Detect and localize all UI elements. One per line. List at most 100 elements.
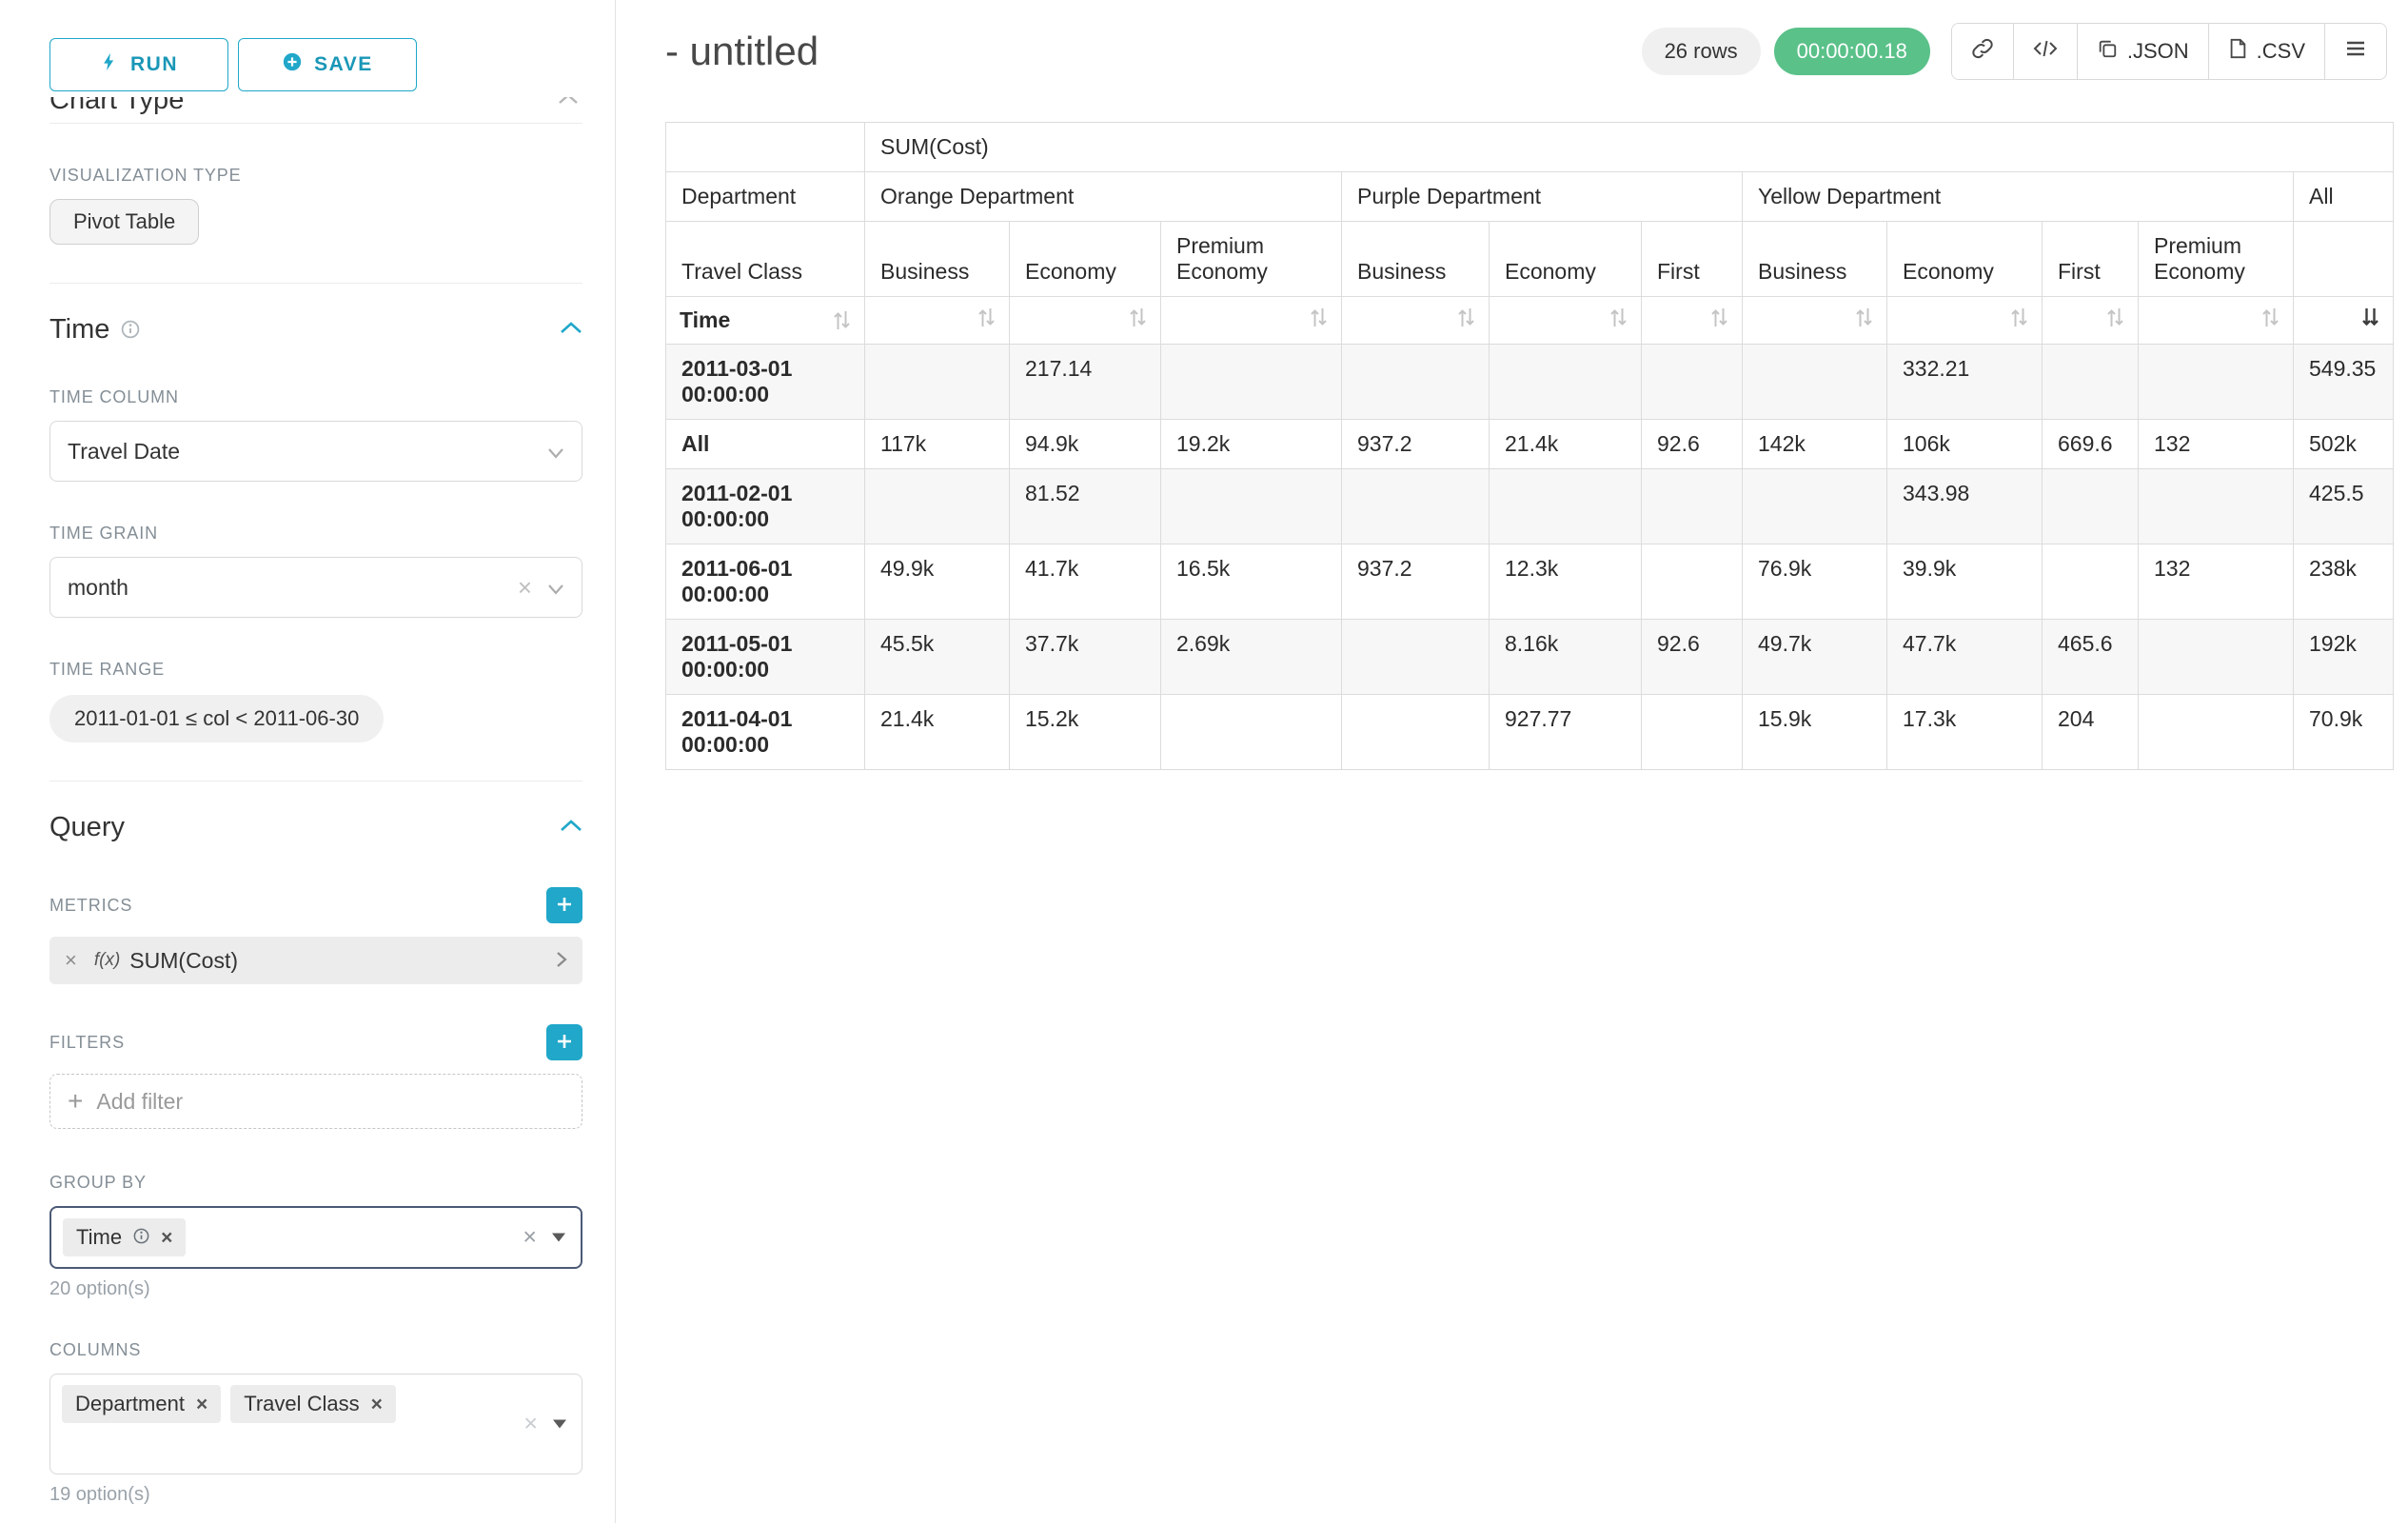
metric-header: SUM(Cost) [865, 123, 2394, 172]
pivot-table: SUM(Cost)DepartmentOrange DepartmentPurp… [665, 122, 2394, 770]
sort-icon[interactable] [833, 309, 851, 331]
sort-icon[interactable] [2261, 307, 2280, 328]
value-cell: 21.4k [865, 695, 1010, 770]
value-cell: 49.7k [1743, 620, 1887, 695]
group-by-tag[interactable]: Time × [63, 1218, 186, 1256]
query-section-header[interactable]: Query [49, 812, 582, 843]
time-section-header[interactable]: Time [49, 314, 582, 346]
value-cell [865, 345, 1010, 420]
collapse-chevron-icon[interactable] [560, 819, 582, 838]
column-sort-header[interactable] [2139, 297, 2294, 345]
sort-desc-icon[interactable] [2361, 307, 2379, 328]
value-cell: 17.3k [1887, 695, 2043, 770]
time-range-value[interactable]: 2011-01-01 ≤ col < 2011-06-30 [49, 695, 384, 742]
value-cell [1743, 469, 1887, 544]
sort-icon[interactable] [1855, 307, 1873, 328]
clear-icon[interactable]: × [518, 575, 532, 600]
chart-type-section-header[interactable]: Chart Type [49, 97, 582, 124]
column-sort-header[interactable] [1010, 297, 1161, 345]
column-sort-header[interactable] [865, 297, 1010, 345]
value-cell [1642, 544, 1743, 620]
value-cell: 332.21 [1887, 345, 2043, 420]
columns-tag[interactable]: Travel Class × [230, 1385, 396, 1423]
run-button[interactable]: RUN [49, 38, 228, 91]
value-cell: 37.7k [1010, 620, 1161, 695]
collapse-chevron-icon[interactable] [560, 321, 582, 340]
menu-button[interactable] [2324, 24, 2386, 79]
column-sort-header[interactable] [1342, 297, 1490, 345]
value-cell [1342, 620, 1490, 695]
view-query-button[interactable] [2013, 24, 2077, 79]
value-cell [1743, 345, 1887, 420]
group-by-select[interactable]: Time × × [49, 1206, 582, 1269]
value-cell: 2.69k [1161, 620, 1342, 695]
travel-class-header: Economy [1490, 222, 1642, 297]
sort-icon[interactable] [1457, 307, 1475, 328]
chart-title[interactable]: - untitled [665, 29, 819, 74]
value-cell [1161, 469, 1342, 544]
plus-icon [556, 896, 573, 916]
run-save-group: RUN SAVE [49, 38, 417, 91]
explore-view: RUN SAVE Chart Type VISUALIZATION TYPE P… [0, 0, 2408, 1523]
column-sort-header[interactable] [1490, 297, 1642, 345]
add-filter-button[interactable]: + Add filter [49, 1074, 582, 1129]
add-filter-plus-button[interactable] [546, 1024, 582, 1060]
chart-header: - untitled 26 rows 00:00:00.18 .JSON [665, 23, 2408, 80]
columns-select[interactable]: Department × Travel Class × × [49, 1374, 582, 1474]
columns-label: COLUMNS [49, 1340, 582, 1360]
value-cell [2043, 544, 2139, 620]
time-column-select[interactable]: Travel Date [49, 421, 582, 482]
column-sort-header[interactable] [2294, 297, 2394, 345]
column-sort-header[interactable] [1887, 297, 2043, 345]
column-sort-header[interactable] [1161, 297, 1342, 345]
value-cell: 15.2k [1010, 695, 1161, 770]
value-cell: 92.6 [1642, 420, 1743, 469]
sort-icon[interactable] [1710, 307, 1728, 328]
sort-icon[interactable] [1129, 307, 1147, 328]
remove-tag-icon[interactable]: × [161, 1228, 172, 1248]
value-cell: 81.52 [1010, 469, 1161, 544]
clear-icon[interactable]: × [523, 1413, 538, 1436]
download-json-button[interactable]: .JSON [2077, 24, 2208, 79]
run-button-label: RUN [130, 53, 178, 76]
viz-type-value[interactable]: Pivot Table [49, 199, 199, 245]
metric-item[interactable]: × f(x) SUM(Cost) [49, 937, 582, 984]
value-cell: 8.16k [1490, 620, 1642, 695]
info-icon [133, 1225, 149, 1250]
column-sort-header[interactable] [1642, 297, 1743, 345]
metrics-label: METRICS [49, 896, 132, 916]
save-button[interactable]: SAVE [238, 38, 417, 91]
caret-down-icon [552, 1234, 565, 1242]
sort-icon[interactable] [2106, 307, 2124, 328]
add-metric-button[interactable] [546, 887, 582, 923]
value-cell: 49.9k [865, 544, 1010, 620]
remove-metric-icon[interactable]: × [65, 950, 77, 971]
value-cell [2043, 345, 2139, 420]
plus-icon: + [68, 1088, 83, 1115]
value-cell: 106k [1887, 420, 2043, 469]
sort-icon[interactable] [1310, 307, 1328, 328]
copy-link-button[interactable] [1952, 24, 2013, 79]
column-sort-header[interactable] [2043, 297, 2139, 345]
sort-icon[interactable] [1609, 307, 1628, 328]
sort-icon[interactable] [2010, 307, 2028, 328]
plus-icon [556, 1033, 573, 1053]
clear-icon[interactable]: × [523, 1226, 537, 1250]
group-by-label: GROUP BY [49, 1173, 582, 1193]
add-filter-label: Add filter [96, 1089, 183, 1115]
remove-tag-icon[interactable]: × [196, 1394, 207, 1414]
download-csv-button[interactable]: .CSV [2208, 24, 2324, 79]
remove-tag-icon[interactable]: × [371, 1394, 383, 1414]
value-cell [1342, 345, 1490, 420]
sort-icon[interactable] [977, 307, 996, 328]
column-sort-header[interactable] [1743, 297, 1887, 345]
columns-tag[interactable]: Department × [62, 1385, 221, 1423]
value-cell: 45.5k [865, 620, 1010, 695]
sort-row-label: Time [680, 307, 730, 333]
time-grain-select[interactable]: month × [49, 557, 582, 618]
value-cell: 94.9k [1010, 420, 1161, 469]
travel-class-header: Premium Economy [1161, 222, 1342, 297]
time-sort-header[interactable]: Time [666, 297, 865, 345]
column-group-row: DepartmentOrange DepartmentPurple Depart… [666, 172, 2394, 222]
time-grain-value: month [68, 575, 518, 601]
